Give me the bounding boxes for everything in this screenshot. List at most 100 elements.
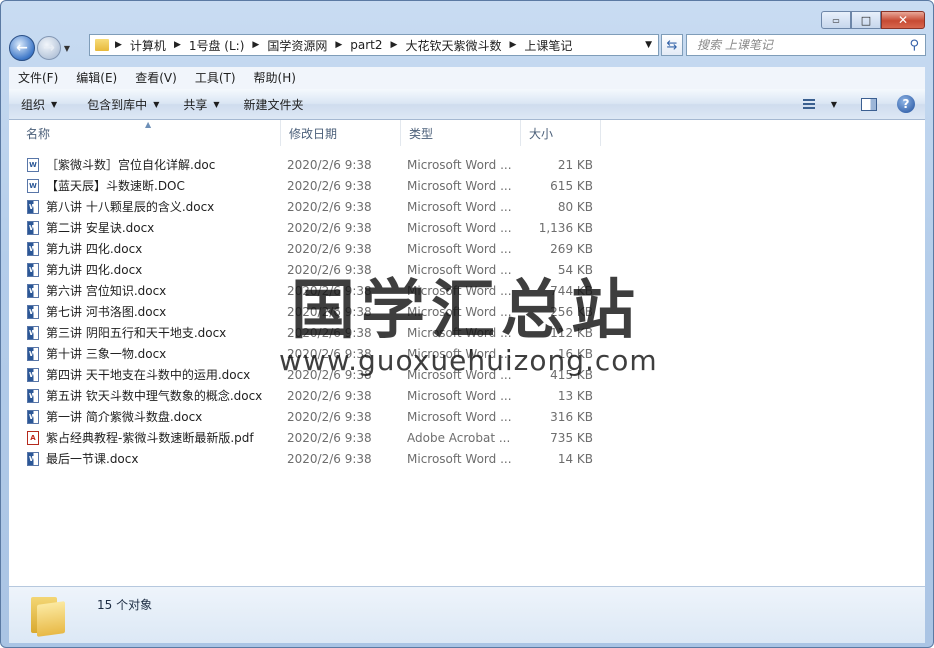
file-row[interactable]: W 第一讲 简介紫微斗数盘.docx 2020/2/6 9:38 Microsoft …: [9, 406, 925, 427]
file-name-cell: W ［紫微斗数］宫位自化详解.doc: [9, 156, 279, 173]
file-name-cell: W 第八讲 十八颗星辰的含义.docx: [9, 198, 279, 215]
file-row[interactable]: W 最后一节课.docx 2020/2/6 9:38 Microsoft Word .…: [9, 448, 925, 469]
address-bar[interactable]: ▶ 计算机 ▶ 1号盘 (L:) ▶ 国学资源网 ▶ part2 ▶ 大花钦天紫微斗数 ▶ 上课笔记…: [89, 34, 659, 56]
file-row[interactable]: W 第七讲 河书洛图.docx 2020/2/6 9:38 Microsoft Wor…: [9, 301, 925, 322]
word-document-icon: W: [27, 157, 39, 172]
file-row[interactable]: W 第四讲 天干地支在斗数中的运用.docx 2020/2/6 9:38 Micros…: [9, 364, 925, 385]
file-size: 256 KB: [550, 304, 593, 319]
column-header-date[interactable]: 修改日期: [281, 120, 401, 146]
file-date: 2020/2/6 9:38: [287, 157, 372, 172]
breadcrumb-item[interactable]: 1号盘 (L:): [189, 37, 245, 54]
file-row[interactable]: W 第二讲 安星诀.docx 2020/2/6 9:38 Microsoft Word…: [9, 217, 925, 238]
file-date: 2020/2/6 9:38: [287, 199, 372, 214]
new-folder-label: 新建文件夹: [243, 97, 304, 112]
search-box[interactable]: ⚲: [686, 34, 926, 56]
column-headers: ▲ 名称 修改日期 类型 大小: [9, 120, 601, 146]
view-dropdown-icon[interactable]: ▼: [831, 100, 837, 109]
file-row[interactable]: W 【蓝天辰】斗数速断.DOC 2020/2/6 9:38 Microsoft Wor…: [9, 175, 925, 196]
recent-pages-dropdown[interactable]: ▼: [61, 44, 73, 53]
word-document-icon: W: [27, 409, 39, 424]
breadcrumb-separator-icon[interactable]: ▶: [509, 40, 516, 50]
address-dropdown-icon[interactable]: ▼: [645, 40, 652, 50]
file-row[interactable]: W 第十讲 三象一物.docx 2020/2/6 9:38 Microsoft Wor…: [9, 343, 925, 364]
minimize-icon: ▭: [832, 15, 840, 25]
file-name: 第二讲 安星诀.docx: [46, 221, 155, 235]
file-type: Microsoft Word ...: [407, 451, 512, 466]
breadcrumb-separator-icon[interactable]: ▶: [252, 40, 259, 50]
back-button[interactable]: ←: [9, 35, 35, 61]
help-icon[interactable]: ?: [897, 95, 915, 113]
folder-icon: [95, 39, 109, 51]
file-date: 2020/2/6 9:38: [287, 430, 372, 445]
menu-item[interactable]: 文件(F): [9, 67, 67, 89]
search-input[interactable]: [695, 37, 899, 53]
file-date: 2020/2/6 9:38: [287, 241, 372, 256]
file-name-cell: W 第一讲 简介紫微斗数盘.docx: [9, 408, 279, 425]
maximize-button[interactable]: □: [851, 11, 881, 29]
file-size: 269 KB: [550, 241, 593, 256]
breadcrumb-separator-icon[interactable]: ▶: [335, 40, 342, 50]
word-document-icon: W: [27, 304, 39, 319]
file-row[interactable]: W 第九讲 四化.docx 2020/2/6 9:38 Microsoft Word …: [9, 238, 925, 259]
menu-item[interactable]: 查看(V): [126, 67, 186, 89]
refresh-icon: ⇆: [666, 37, 678, 53]
file-name: 第五讲 钦天斗数中理气数象的概念.docx: [46, 389, 263, 403]
include-in-library-button[interactable]: 包含到库中 ▼: [75, 89, 171, 119]
file-row[interactable]: W 第五讲 钦天斗数中理气数象的概念.docx 2020/2/6 9:38 Micro…: [9, 385, 925, 406]
column-header-name[interactable]: ▲ 名称: [9, 120, 281, 146]
file-type: Microsoft Word ...: [407, 178, 512, 193]
share-button[interactable]: 共享 ▼: [171, 89, 231, 119]
file-name-cell: W 第四讲 天干地支在斗数中的运用.docx: [9, 366, 279, 383]
file-size: 112 KB: [550, 325, 593, 340]
file-row[interactable]: W 第八讲 十八颗星辰的含义.docx 2020/2/6 9:38 Microsoft…: [9, 196, 925, 217]
breadcrumb-item[interactable]: 国学资源网: [267, 37, 327, 54]
view-options-icon[interactable]: [802, 99, 815, 109]
breadcrumb-item[interactable]: 上课笔记: [524, 37, 572, 54]
close-button[interactable]: ✕: [881, 11, 925, 29]
forward-button[interactable]: →: [37, 36, 61, 60]
file-name: ［紫微斗数］宫位自化详解.doc: [46, 158, 216, 172]
chevron-down-icon: ▼: [153, 99, 160, 109]
menu-item[interactable]: 编辑(E): [67, 67, 126, 89]
file-size: 14 KB: [557, 451, 593, 466]
file-type: Microsoft Word ...: [407, 157, 512, 172]
breadcrumb-separator-icon[interactable]: ▶: [115, 40, 122, 50]
file-name-cell: W 第十讲 三象一物.docx: [9, 345, 279, 362]
file-row[interactable]: W 第六讲 宫位知识.docx 2020/2/6 9:38 Microsoft Wor…: [9, 280, 925, 301]
file-size: 54 KB: [557, 262, 593, 277]
file-row[interactable]: W ［紫微斗数］宫位自化详解.doc 2020/2/6 9:38 Microsoft …: [9, 154, 925, 175]
organize-button[interactable]: 组织 ▼: [9, 89, 69, 119]
file-name-cell: W 【蓝天辰】斗数速断.DOC: [9, 177, 279, 194]
breadcrumb-item[interactable]: 大花钦天紫微斗数: [405, 37, 501, 54]
file-date: 2020/2/6 9:38: [287, 262, 372, 277]
chevron-down-icon: ▼: [51, 99, 58, 109]
column-header-size[interactable]: 大小: [521, 120, 601, 146]
pdf-file-icon: A: [27, 430, 39, 445]
file-type: Microsoft Word ...: [407, 283, 512, 298]
file-type: Microsoft Word ...: [407, 367, 512, 382]
menu-item[interactable]: 工具(T): [186, 67, 245, 89]
file-type: Adobe Acrobat ...: [407, 430, 511, 445]
search-icon[interactable]: ⚲: [909, 38, 919, 53]
breadcrumb-separator-icon[interactable]: ▶: [391, 40, 398, 50]
file-row[interactable]: A 紫占经典教程-紫微斗数速断最新版.pdf 2020/2/6 9:38 Adobe …: [9, 427, 925, 448]
file-size: 744 KB: [550, 283, 593, 298]
file-row[interactable]: W 第三讲 阴阳五行和天干地支.docx 2020/2/6 9:38 Microsof…: [9, 322, 925, 343]
breadcrumb-item[interactable]: 计算机: [130, 37, 166, 54]
column-header-type[interactable]: 类型: [401, 120, 521, 146]
breadcrumb-separator-icon[interactable]: ▶: [174, 40, 181, 50]
preview-pane-icon[interactable]: [861, 97, 877, 111]
file-name: 第七讲 河书洛图.docx: [46, 305, 167, 319]
new-folder-button[interactable]: 新建文件夹: [232, 89, 316, 119]
minimize-button[interactable]: ▭: [821, 11, 851, 29]
file-name: 紫占经典教程-紫微斗数速断最新版.pdf: [46, 431, 254, 445]
maximize-icon: □: [860, 13, 872, 27]
file-name: 最后一节课.docx: [46, 452, 139, 466]
file-row[interactable]: W 第九讲 四化.docx 2020/2/6 9:38 Microsoft Word …: [9, 259, 925, 280]
breadcrumb-item[interactable]: part2: [350, 38, 382, 52]
refresh-button[interactable]: ⇆: [661, 34, 683, 56]
menu-item[interactable]: 帮助(H): [245, 67, 305, 89]
details-pane: 15 个对象: [9, 586, 925, 643]
word-document-icon: W: [27, 241, 39, 256]
file-date: 2020/2/6 9:38: [287, 451, 372, 466]
